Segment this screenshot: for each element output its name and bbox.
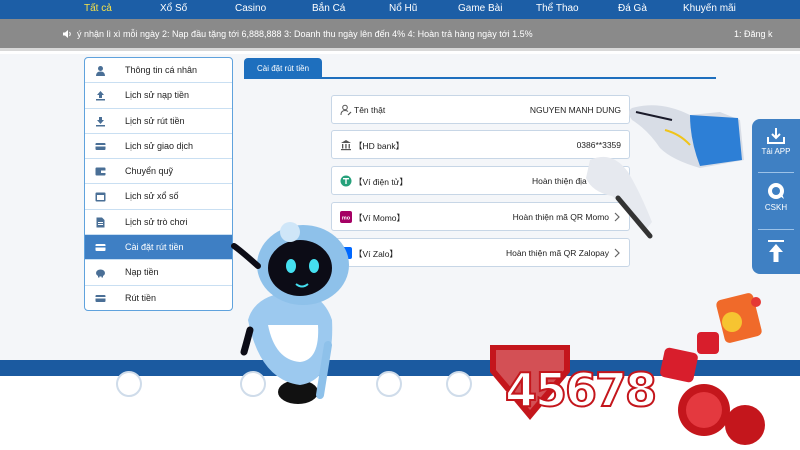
menu-item-label: Chuyển quỹ <box>125 166 174 177</box>
tether-icon <box>340 175 352 187</box>
piggy-bank-icon <box>96 269 105 278</box>
footer-circle-icon <box>446 371 472 397</box>
nav-item-slots[interactable]: Nổ Hũ <box>389 3 417 14</box>
row-value: Hoàn thiện địa chỉ ví <box>531 176 609 186</box>
menu-item-game-history[interactable]: Lịch sử trò chơi <box>85 210 232 236</box>
user-icon <box>96 66 105 76</box>
menu-item-deposit-history[interactable]: Lịch sử nạp tiền <box>85 83 232 109</box>
momo-wallet-row[interactable]: mo 【Ví Momo】 Hoàn thiện mã QR Momo <box>331 202 630 231</box>
tab-withdraw-settings[interactable]: Cài đặt rút tiền <box>244 58 322 78</box>
download-app-icon <box>767 128 785 144</box>
menu-item-label: Lịch sử rút tiền <box>125 115 185 126</box>
footer-circle-icon <box>376 371 402 397</box>
footer-circle-icon <box>116 371 142 397</box>
nav-item-all[interactable]: Tất cả <box>84 3 112 14</box>
account-side-menu: Thông tin cá nhân Lịch sử nạp tiền Lịch … <box>84 57 233 311</box>
announcement-marquee: ý nhận lì xì mỗi ngày 2: Nạp đầu tặng tớ… <box>0 19 800 51</box>
momo-icon: mo <box>340 211 352 223</box>
nav-item-cockfight[interactable]: Đá Gà <box>618 3 647 14</box>
floating-side-panel: Tải APP CSKH <box>752 119 800 274</box>
nav-item-casino[interactable]: Casino <box>235 3 266 14</box>
menu-item-label: Lịch sử nạp tiền <box>125 90 190 101</box>
download-app-button[interactable]: Tải APP <box>752 127 800 156</box>
nav-item-card-games[interactable]: Game Bài <box>458 3 502 14</box>
menu-item-label: Cài đặt rút tiền <box>125 242 184 253</box>
customer-support-label: CSKH <box>764 203 788 212</box>
marquee-text-continued: 1: Đăng k <box>734 29 773 39</box>
footer-circle-icon <box>240 371 266 397</box>
row-value: Hoàn thiện mã QR Momo <box>512 212 609 222</box>
menu-item-withdraw-settings[interactable]: Cài đặt rút tiền <box>85 235 232 261</box>
menu-item-transaction-history[interactable]: Lịch sử giao dịch <box>85 134 232 160</box>
row-label: 【Ví Zalo】 <box>354 249 398 259</box>
tab-underline <box>244 77 716 79</box>
nav-item-lottery[interactable]: Xổ Số <box>160 3 187 14</box>
e-wallet-row[interactable]: 【Ví điện tử】 Hoàn thiện địa chỉ ví <box>331 166 630 195</box>
wallet-icon <box>95 167 106 176</box>
menu-item-label: Lịch sử giao dịch <box>125 140 194 151</box>
nav-item-promotions[interactable]: Khuyến mãi <box>683 3 736 14</box>
menu-item-label: Rút tiền <box>125 292 157 303</box>
row-label: 【HD bank】 <box>354 141 405 151</box>
card-icon <box>95 244 106 252</box>
menu-item-label: Thông tin cá nhân <box>125 65 198 75</box>
zalo-wallet-row[interactable]: 【Ví Zalo】 Hoàn thiện mã QR Zalopay <box>331 238 630 267</box>
row-value: Hoàn thiện mã QR Zalopay <box>506 248 609 258</box>
support-chat-icon <box>768 183 784 199</box>
row-value: NGUYEN MANH DUNG <box>529 105 621 115</box>
customer-support-button[interactable]: CSKH <box>752 181 800 212</box>
menu-item-fund-transfer[interactable]: Chuyển quỹ <box>85 159 232 185</box>
row-label: Tên thật <box>354 105 386 115</box>
svg-text:mo: mo <box>342 216 351 222</box>
menu-item-withdraw[interactable]: Rút tiền <box>85 286 232 310</box>
panel-divider <box>758 172 794 173</box>
row-label: 【Ví Momo】 <box>354 213 406 223</box>
chevron-right-icon <box>614 176 620 186</box>
nav-item-fishing[interactable]: Bắn Cá <box>312 3 345 14</box>
menu-item-label: Lịch sử xổ số <box>125 191 179 202</box>
menu-item-label: Nạp tiền <box>125 267 159 278</box>
menu-item-deposit[interactable]: Nạp tiền <box>85 260 232 286</box>
card-icon <box>95 142 106 150</box>
real-name-row: Tên thật NGUYEN MANH DUNG <box>331 95 630 124</box>
brand-logo: 45678 <box>504 362 658 418</box>
chevron-right-icon <box>614 248 620 258</box>
menu-item-label: Lịch sử trò chơi <box>125 216 188 227</box>
speaker-icon <box>63 30 71 38</box>
menu-item-withdraw-history[interactable]: Lịch sử rút tiền <box>85 109 232 134</box>
scroll-top-button[interactable] <box>752 239 800 265</box>
menu-item-lottery-history[interactable]: Lịch sử xổ số <box>85 184 232 210</box>
card-icon <box>95 294 106 302</box>
marquee-text: ý nhận lì xì mỗi ngày 2: Nạp đầu tặng tớ… <box>77 29 533 39</box>
bank-account-row: 【HD bank】 0386**3359 <box>331 130 630 159</box>
zalo-icon <box>340 247 352 259</box>
document-icon <box>96 217 105 228</box>
download-app-label: Tải APP <box>761 147 791 156</box>
top-navigation: Tất cả Xổ Số Casino Bắn Cá Nổ Hũ Game Bà… <box>0 0 800 19</box>
chevron-right-icon <box>614 212 620 222</box>
user-edit-icon <box>340 104 352 116</box>
row-value: 0386**3359 <box>576 140 621 150</box>
download-icon <box>96 116 105 127</box>
upload-icon <box>96 91 105 101</box>
arrow-up-icon <box>768 240 784 262</box>
nav-item-sports[interactable]: Thể Thao <box>536 3 579 14</box>
calendar-icon <box>95 192 106 202</box>
row-label: 【Ví điện tử】 <box>354 177 408 187</box>
bank-icon <box>341 140 351 151</box>
menu-item-profile[interactable]: Thông tin cá nhân <box>85 58 232 84</box>
panel-divider <box>758 229 794 230</box>
